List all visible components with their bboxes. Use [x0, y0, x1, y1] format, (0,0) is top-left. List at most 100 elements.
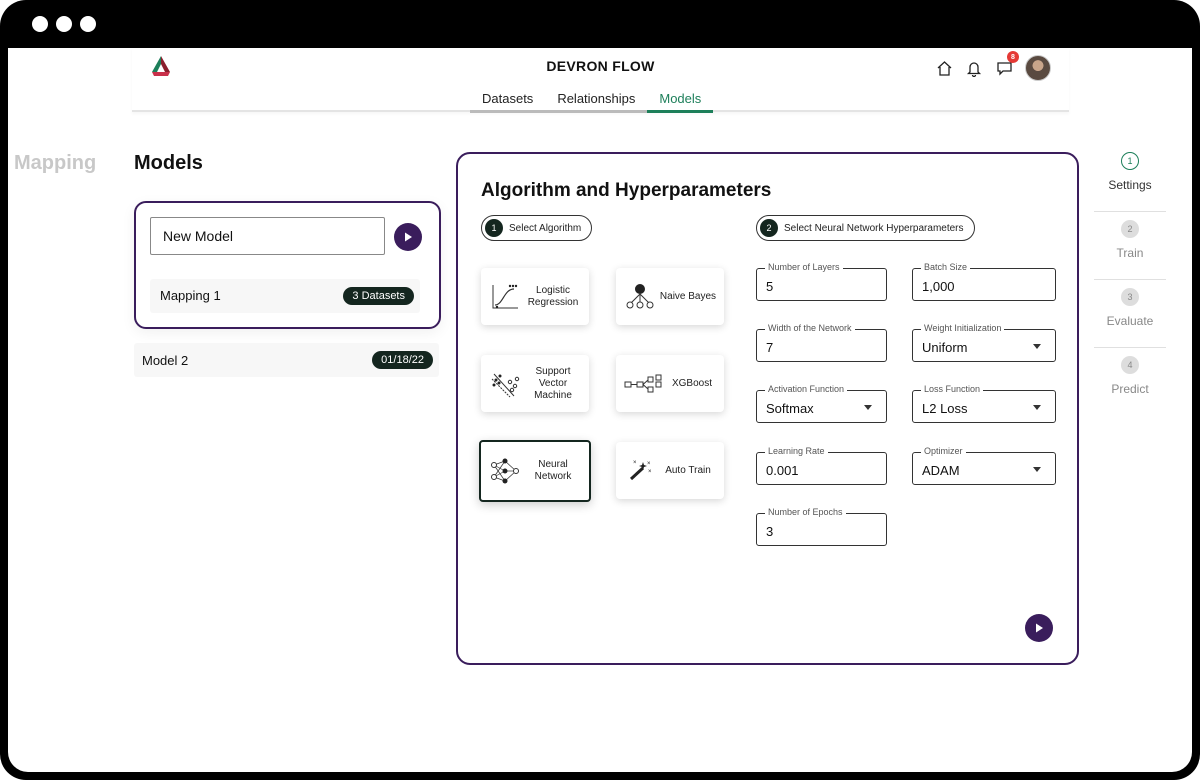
neural-network-icon — [489, 455, 521, 487]
app-title: DEVRON FLOW — [546, 58, 655, 74]
play-icon — [405, 232, 412, 242]
window-dot-maximize[interactable] — [80, 16, 96, 32]
loss-function-select[interactable]: Loss Function L2 Loss — [912, 384, 1056, 423]
next-step-button[interactable] — [1025, 614, 1053, 642]
tab-relationships[interactable]: Relationships — [545, 82, 648, 113]
step-label: Predict — [1111, 382, 1149, 396]
svg-text:×: × — [633, 460, 637, 466]
number-of-epochs-field[interactable]: Number of Epochs 3 — [756, 507, 887, 546]
chevron-down-icon — [1033, 467, 1041, 472]
select-algorithm-step: 1 Select Algorithm — [481, 215, 593, 241]
algorithm-label: XGBoost — [671, 377, 713, 389]
model-name-input[interactable] — [150, 217, 385, 255]
step-predict[interactable]: 4 Predict — [1094, 356, 1166, 424]
step-train[interactable]: 2 Train — [1094, 220, 1166, 288]
auto-train-icon: × × × — [624, 455, 656, 487]
field-value: L2 Loss — [922, 401, 968, 416]
step-label: Train — [1116, 246, 1144, 260]
chevron-down-icon — [1033, 344, 1041, 349]
field-value: 3 — [766, 524, 774, 539]
xgboost-icon — [624, 368, 664, 400]
step-evaluate[interactable]: 3 Evaluate — [1094, 288, 1166, 356]
algorithm-card-neural-network[interactable]: Neural Network — [479, 440, 591, 502]
notification-badge: 8 — [1007, 51, 1019, 63]
tab-datasets[interactable]: Datasets — [470, 82, 546, 113]
window-controls — [32, 16, 96, 32]
field-label: Learning Rate — [765, 446, 828, 456]
model-list-item[interactable]: Model 2 01/18/22 — [134, 343, 439, 377]
field-value: 7 — [766, 340, 774, 355]
step-settings[interactable]: 1 Settings — [1094, 152, 1166, 220]
step-number: 4 — [1121, 356, 1139, 374]
field-value: 0.001 — [766, 463, 799, 478]
select-hyperparameters-step: 2 Select Neural Network Hyperparameters — [756, 215, 975, 241]
field-value: Softmax — [766, 401, 814, 416]
chevron-down-icon — [864, 405, 872, 410]
algorithm-label: Naive Bayes — [659, 290, 717, 302]
algorithm-label: Logistic Regression — [527, 284, 579, 308]
svm-icon — [489, 368, 521, 400]
new-model-card: Mapping 1 3 Datasets — [134, 201, 441, 329]
home-icon[interactable] — [935, 59, 953, 77]
algorithm-card-logistic-regression[interactable]: Logistic Regression — [481, 268, 589, 325]
header-actions: 8 — [935, 51, 1051, 81]
window-dot-minimize[interactable] — [56, 16, 72, 32]
logistic-regression-icon — [489, 281, 521, 313]
mapping-section-label[interactable]: Mapping — [14, 152, 96, 175]
algorithm-label: Auto Train — [665, 464, 711, 476]
field-label: Number of Layers — [765, 262, 843, 272]
algorithm-card-xgboost[interactable]: XGBoost — [616, 355, 724, 412]
field-value: Uniform — [922, 340, 968, 355]
step-number: 1 — [485, 219, 503, 237]
field-value: 1,000 — [922, 279, 955, 294]
algorithm-panel: Algorithm and Hyperparameters 1 Select A… — [456, 152, 1079, 665]
datasets-count-badge: 3 Datasets — [343, 287, 414, 305]
field-label: Width of the Network — [765, 323, 855, 333]
field-label: Batch Size — [921, 262, 971, 272]
mapping-item[interactable]: Mapping 1 3 Datasets — [150, 279, 420, 313]
step-number: 2 — [1121, 220, 1139, 238]
algorithm-card-svm[interactable]: Support Vector Machine — [481, 355, 589, 412]
algorithm-label: Neural Network — [534, 459, 572, 482]
field-label: Weight Initialization — [921, 323, 1005, 333]
algorithm-card-naive-bayes[interactable]: Naive Bayes — [616, 268, 724, 325]
mapping-name: Mapping 1 — [160, 288, 221, 303]
bell-icon[interactable] — [965, 59, 983, 77]
divider — [1094, 211, 1166, 212]
batch-size-field[interactable]: Batch Size 1,000 — [912, 262, 1056, 301]
step-label: Settings — [1108, 178, 1152, 192]
number-of-layers-field[interactable]: Number of Layers 5 — [756, 262, 887, 301]
models-heading: Models — [134, 152, 203, 174]
optimizer-select[interactable]: Optimizer ADAM — [912, 446, 1056, 485]
divider — [1094, 279, 1166, 280]
learning-rate-field[interactable]: Learning Rate 0.001 — [756, 446, 887, 485]
browser-frame: DEVRON FLOW 8 Datasets Relationships Mod… — [0, 0, 1200, 780]
algorithm-card-auto-train[interactable]: × × × Auto Train — [616, 442, 724, 499]
divider — [1094, 347, 1166, 348]
tab-models[interactable]: Models — [647, 82, 714, 113]
field-label: Number of Epochs — [765, 507, 846, 517]
field-label: Optimizer — [921, 446, 966, 456]
step-label: Select Algorithm — [509, 222, 582, 234]
activation-function-select[interactable]: Activation Function Softmax — [756, 384, 887, 423]
app-header: DEVRON FLOW 8 Datasets Relationships Mod… — [132, 48, 1069, 113]
create-model-button[interactable] — [394, 223, 422, 251]
chat-icon[interactable]: 8 — [995, 51, 1019, 77]
svg-text:×: × — [648, 469, 652, 475]
svg-text:×: × — [647, 461, 651, 467]
step-label: Evaluate — [1106, 314, 1154, 328]
step-number: 1 — [1121, 152, 1139, 170]
avatar[interactable] — [1025, 55, 1051, 81]
step-label: Select Neural Network Hyperparameters — [784, 222, 964, 234]
network-width-field[interactable]: Width of the Network 7 — [756, 323, 887, 362]
main-tabs: Datasets Relationships Models — [470, 82, 714, 113]
step-number: 3 — [1121, 288, 1139, 306]
panel-title: Algorithm and Hyperparameters — [481, 180, 772, 201]
play-icon — [1036, 623, 1043, 633]
workflow-stepper: 1 Settings 2 Train 3 Evaluate 4 Predict — [1094, 152, 1166, 424]
window-dot-close[interactable] — [32, 16, 48, 32]
naive-bayes-icon — [624, 281, 656, 313]
field-value: 5 — [766, 279, 774, 294]
weight-initialization-select[interactable]: Weight Initialization Uniform — [912, 323, 1056, 362]
field-label: Loss Function — [921, 384, 984, 394]
